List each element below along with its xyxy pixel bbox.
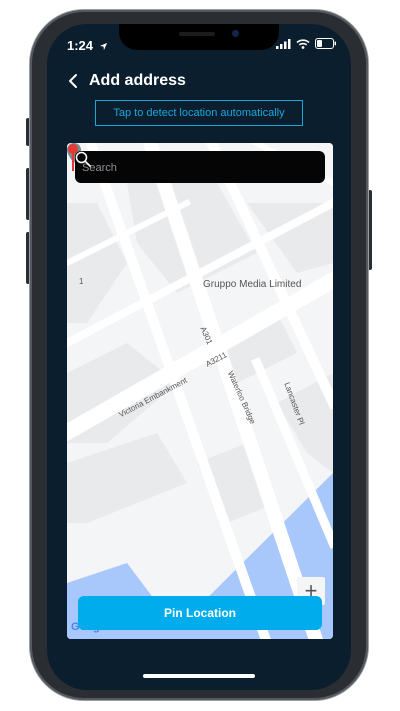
status-time: 1:24	[67, 38, 108, 53]
status-time-text: 1:24	[67, 38, 94, 53]
battery-icon	[315, 38, 336, 49]
detect-location-button[interactable]: Tap to detect location automatically	[95, 100, 303, 126]
search-input[interactable]	[75, 151, 284, 185]
cellular-signal-icon	[276, 38, 291, 49]
poi-label[interactable]: Gruppo Media Limited	[203, 279, 301, 290]
map-view[interactable]: Victoria Embankment A3211 A301 Waterloo …	[67, 143, 333, 639]
notch	[119, 24, 279, 50]
search-bar	[75, 151, 325, 185]
location-arrow-icon	[99, 42, 107, 51]
search-icon[interactable]	[75, 151, 91, 167]
map-label-number: 1	[79, 277, 84, 286]
power-button	[368, 190, 372, 270]
front-camera	[232, 30, 239, 37]
speaker	[179, 32, 215, 36]
wifi-icon	[296, 38, 310, 49]
home-indicator[interactable]	[143, 674, 255, 678]
status-icons	[276, 38, 337, 49]
page-title: Add address	[89, 72, 186, 89]
pin-location-label: Pin Location	[164, 606, 236, 620]
pin-location-button[interactable]: Pin Location	[78, 596, 322, 630]
detect-location-label: Tap to detect location automatically	[113, 107, 285, 119]
back-arrow-icon[interactable]	[65, 72, 83, 90]
app-screen: 1:24 Add address Tap to detect location …	[47, 24, 351, 690]
